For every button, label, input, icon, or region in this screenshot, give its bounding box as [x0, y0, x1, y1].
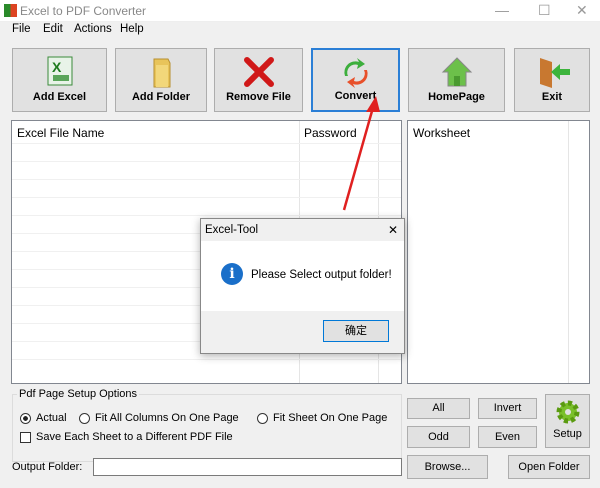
add-folder-button[interactable]: Add Folder [115, 48, 207, 112]
excel-icon: X [47, 56, 72, 86]
maximize-button[interactable]: ☐ [538, 2, 551, 19]
checkbox-save-each-sheet[interactable]: Save Each Sheet to a Different PDF File [20, 431, 233, 443]
svg-text:X: X [52, 59, 62, 75]
minimize-button[interactable]: — [495, 2, 509, 18]
info-icon: i [221, 263, 243, 285]
home-icon [441, 57, 472, 87]
app-icon [4, 4, 17, 17]
radio-selected-icon [20, 412, 31, 424]
radio-fit-sheet[interactable]: Fit Sheet On One Page [257, 412, 387, 424]
setup-label: Setup [553, 428, 582, 440]
dialog-close-button[interactable]: ✕ [388, 223, 398, 237]
exit-label: Exit [541, 91, 563, 103]
select-all-button[interactable]: All [407, 398, 470, 419]
add-excel-button[interactable]: X Add Excel [12, 48, 107, 112]
odd-button[interactable]: Odd [407, 426, 470, 448]
setup-button[interactable]: Setup [545, 394, 590, 448]
menu-edit[interactable]: Edit [43, 23, 63, 35]
remove-file-label: Remove File [226, 91, 291, 103]
checkbox-label: Save Each Sheet to a Different PDF File [36, 431, 233, 443]
homepage-label: HomePage [428, 91, 485, 103]
remove-file-button[interactable]: Remove File [214, 48, 303, 112]
add-excel-label: Add Excel [32, 91, 87, 103]
add-folder-label: Add Folder [131, 91, 191, 103]
open-folder-button[interactable]: Open Folder [508, 455, 590, 479]
homepage-button[interactable]: HomePage [408, 48, 505, 112]
radio-fit-columns-label: Fit All Columns On One Page [95, 412, 239, 424]
column-header-worksheet[interactable]: Worksheet [413, 126, 470, 140]
radio-fit-all-columns[interactable]: Fit All Columns On One Page [79, 412, 239, 424]
convert-arrows-icon [343, 58, 368, 88]
exit-button[interactable]: Exit [514, 48, 590, 112]
browse-button[interactable]: Browse... [407, 455, 488, 479]
column-divider [568, 121, 569, 383]
excel-tool-dialog: Excel-Tool ✕ i Please Select output fold… [200, 218, 405, 354]
checkbox-icon [20, 431, 31, 443]
column-header-file-name[interactable]: Excel File Name [17, 126, 104, 140]
output-folder-label: Output Folder: [12, 461, 83, 473]
remove-x-icon [243, 57, 274, 87]
dialog-ok-button[interactable]: 确定 [323, 320, 389, 342]
invert-button[interactable]: Invert [478, 398, 537, 419]
radio-actual[interactable]: Actual [20, 412, 67, 424]
dialog-message: Please Select output folder! [251, 269, 392, 281]
radio-fit-sheet-label: Fit Sheet On One Page [273, 412, 388, 424]
menu-file[interactable]: File [12, 23, 31, 35]
pdf-page-setup-group: Pdf Page Setup Options [12, 388, 402, 462]
dialog-title: Excel-Tool [205, 224, 259, 236]
menu-actions[interactable]: Actions [74, 23, 112, 35]
radio-icon [257, 412, 268, 424]
gear-icon [556, 400, 579, 424]
output-folder-input[interactable] [93, 458, 402, 476]
worksheet-list[interactable]: Worksheet [407, 120, 590, 384]
radio-icon [79, 412, 90, 424]
window-title: Excel to PDF Converter [20, 4, 147, 18]
even-button[interactable]: Even [478, 426, 537, 448]
radio-actual-label: Actual [36, 412, 67, 424]
folder-icon [153, 58, 171, 88]
group-title: Pdf Page Setup Options [19, 388, 138, 400]
red-arrow-annotation [342, 96, 380, 211]
exit-door-icon [540, 58, 570, 88]
close-button[interactable]: ✕ [576, 2, 588, 19]
menu-help[interactable]: Help [120, 23, 144, 35]
title-bar: Excel to PDF Converter — ☐ ✕ [0, 0, 600, 22]
dialog-body: i Please Select output folder! [201, 241, 404, 311]
